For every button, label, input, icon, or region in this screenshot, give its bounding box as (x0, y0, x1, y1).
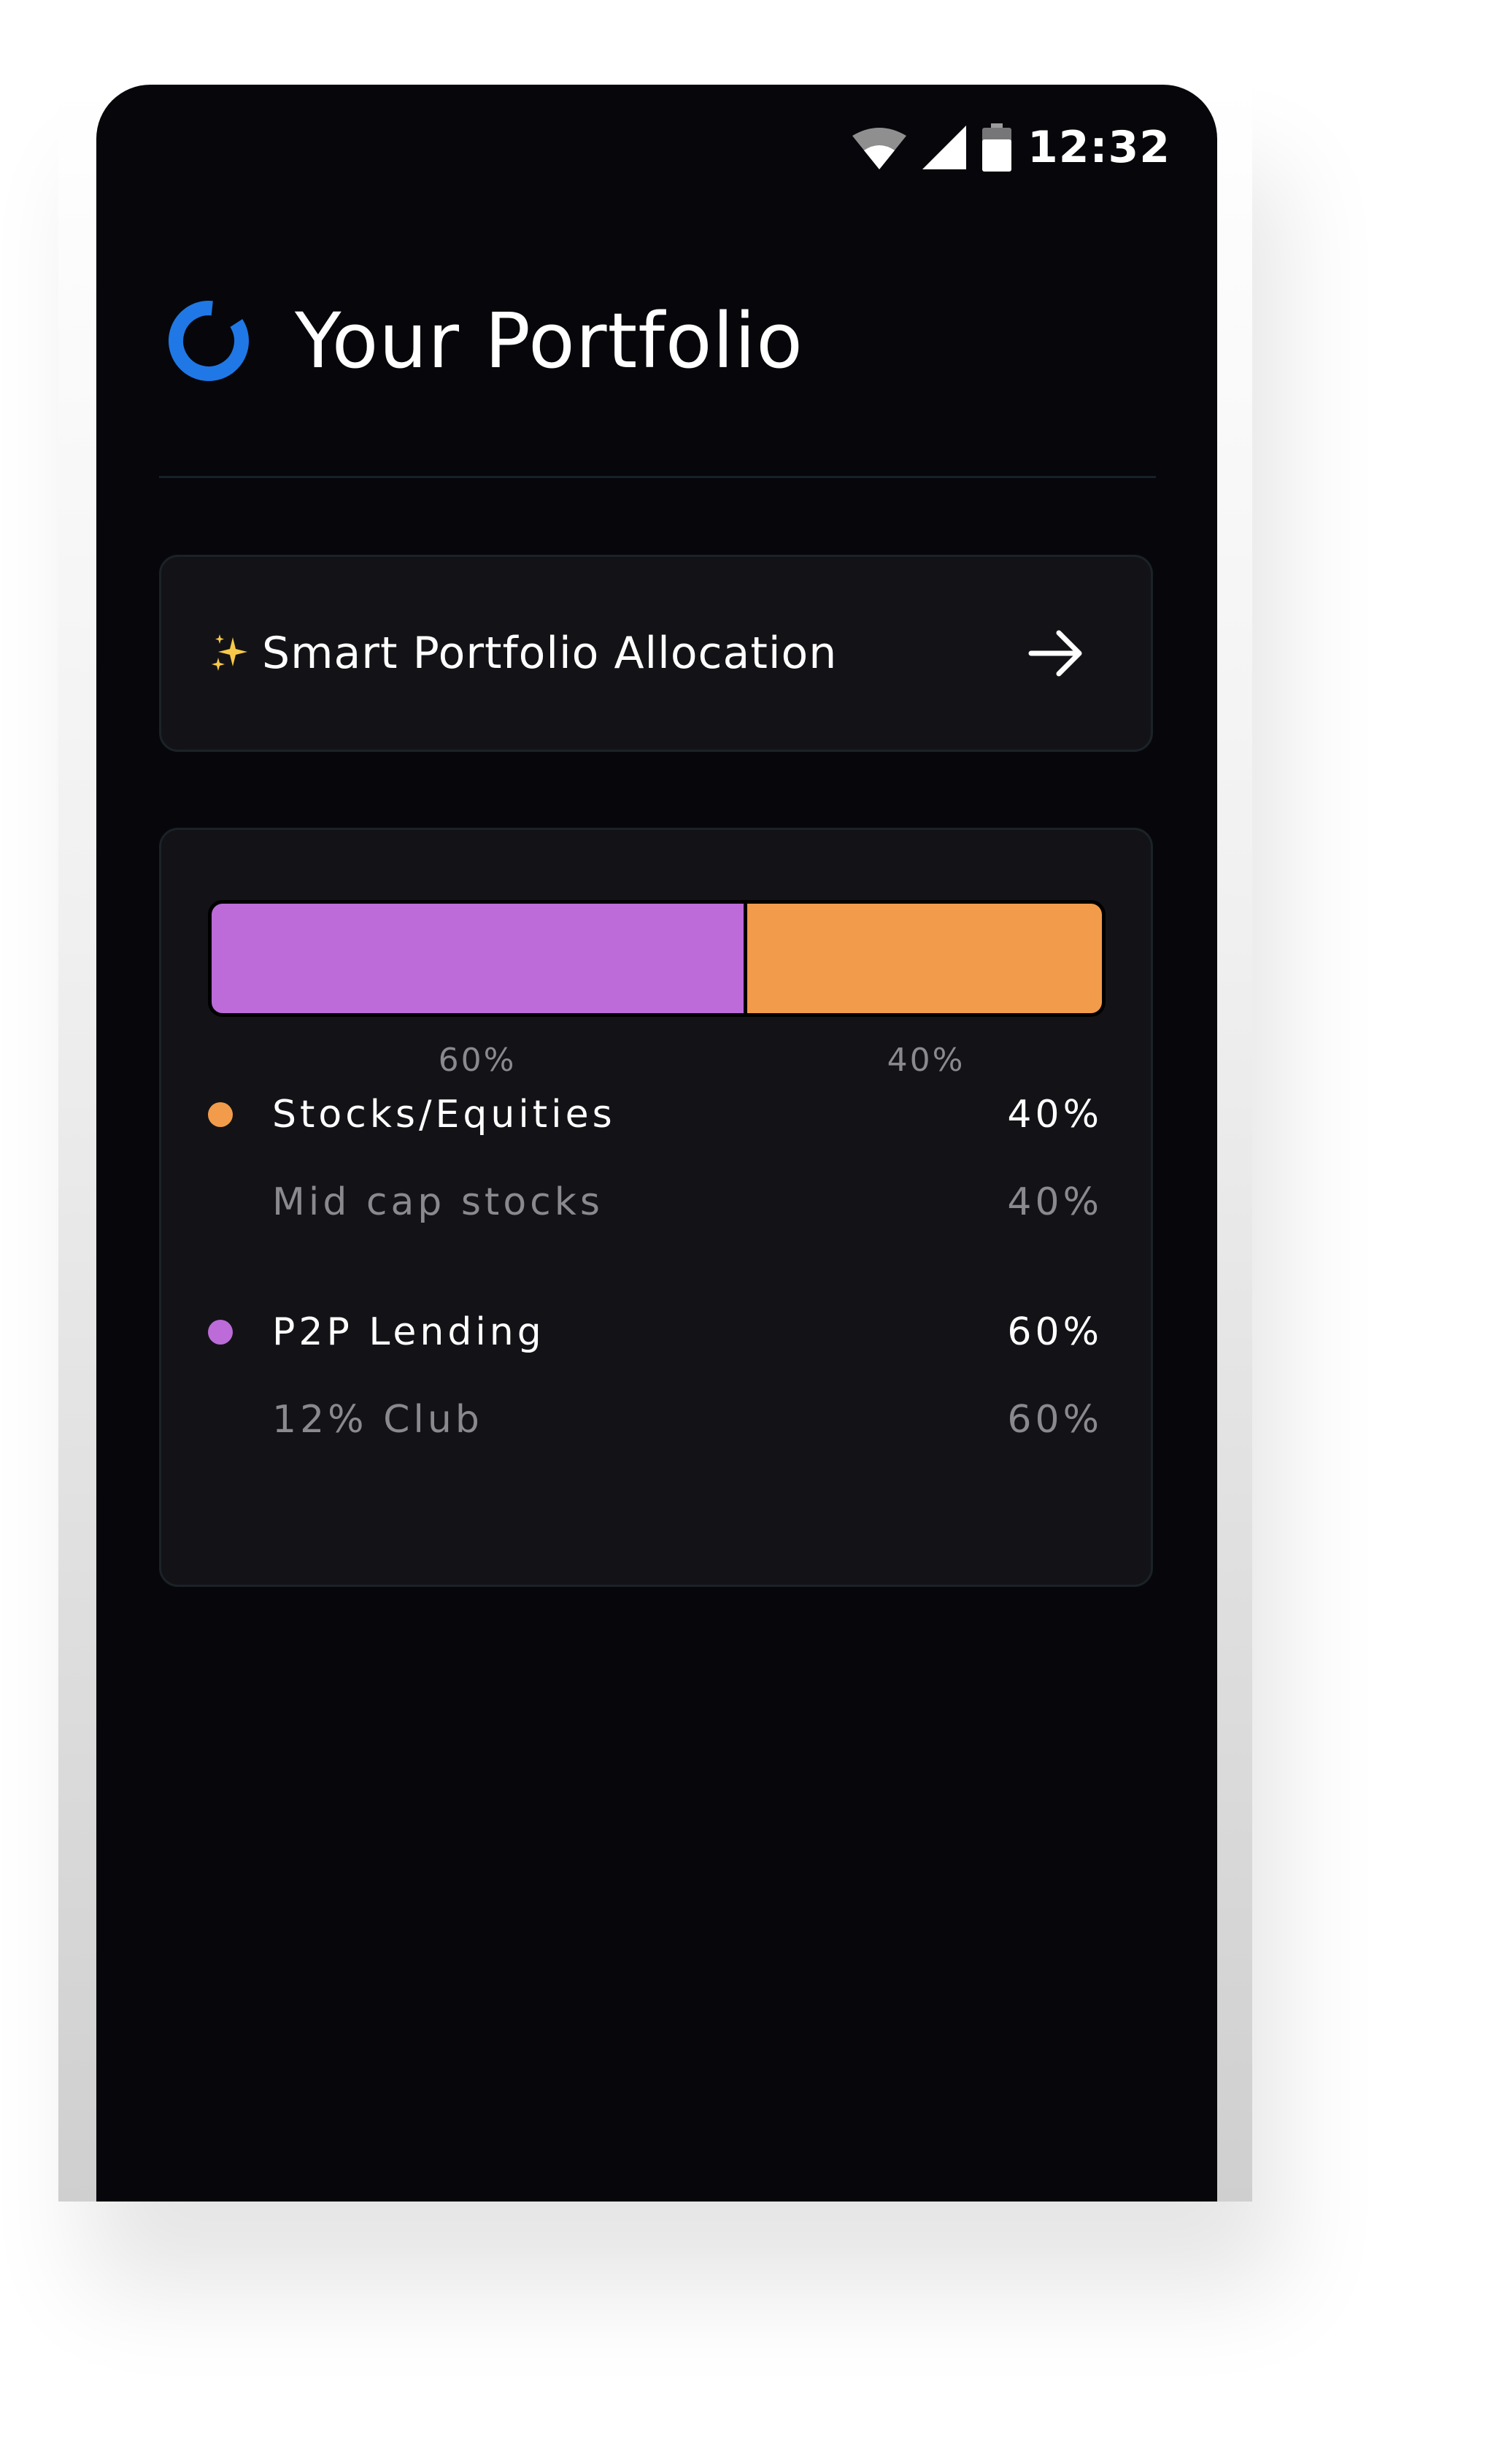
smart-allocation-content: Smart Portfolio Allocation (209, 628, 837, 679)
legend-row-subcategory: Mid cap stocks 40% (208, 1180, 1103, 1224)
allocation-card: 60% 40% Stocks/Equities 40% Mid cap stock… (159, 828, 1153, 1587)
legend-row-category: P2P Lending 60% (208, 1310, 1103, 1354)
page-title: Your Portfolio (295, 296, 803, 385)
category-percent: 60% (1007, 1310, 1103, 1354)
category-percent: 40% (1007, 1093, 1103, 1137)
allocation-segment-label: 60% (438, 1042, 517, 1079)
allocation-segment-label: 40% (887, 1042, 965, 1079)
wifi-icon (852, 128, 906, 169)
battery-icon (982, 123, 1011, 172)
category-name: Stocks/Equities (272, 1093, 616, 1137)
subcategory-name: Mid cap stocks (272, 1180, 603, 1224)
allocation-bar (208, 900, 1106, 1017)
phone-screen: 12:32 Your Portfolio Smart Portfolio All… (96, 85, 1217, 2202)
arrow-right-icon[interactable] (1027, 628, 1085, 679)
legend-row-category: Stocks/Equities 40% (208, 1093, 1103, 1137)
category-name: P2P Lending (272, 1310, 545, 1354)
subcategory-percent: 40% (1007, 1180, 1103, 1224)
legend-dot (208, 1102, 233, 1127)
status-time: 12:32 (1027, 122, 1170, 173)
smart-allocation-card[interactable]: Smart Portfolio Allocation (159, 555, 1153, 752)
page-header: Your Portfolio (166, 296, 803, 385)
allocation-segment (744, 904, 1102, 1013)
smart-allocation-label: Smart Portfolio Allocation (262, 628, 838, 679)
subcategory-percent: 60% (1007, 1398, 1103, 1442)
status-bar: 12:32 (852, 111, 1170, 184)
allocation-segment (212, 904, 744, 1013)
donut-logo-icon (169, 300, 249, 381)
cellular-signal-icon (922, 126, 966, 169)
sparkles-icon (212, 634, 247, 671)
legend-row-subcategory: 12% Club 60% (208, 1398, 1103, 1442)
legend-dot (208, 1320, 233, 1345)
header-divider (159, 476, 1156, 478)
subcategory-name: 12% Club (272, 1398, 483, 1442)
